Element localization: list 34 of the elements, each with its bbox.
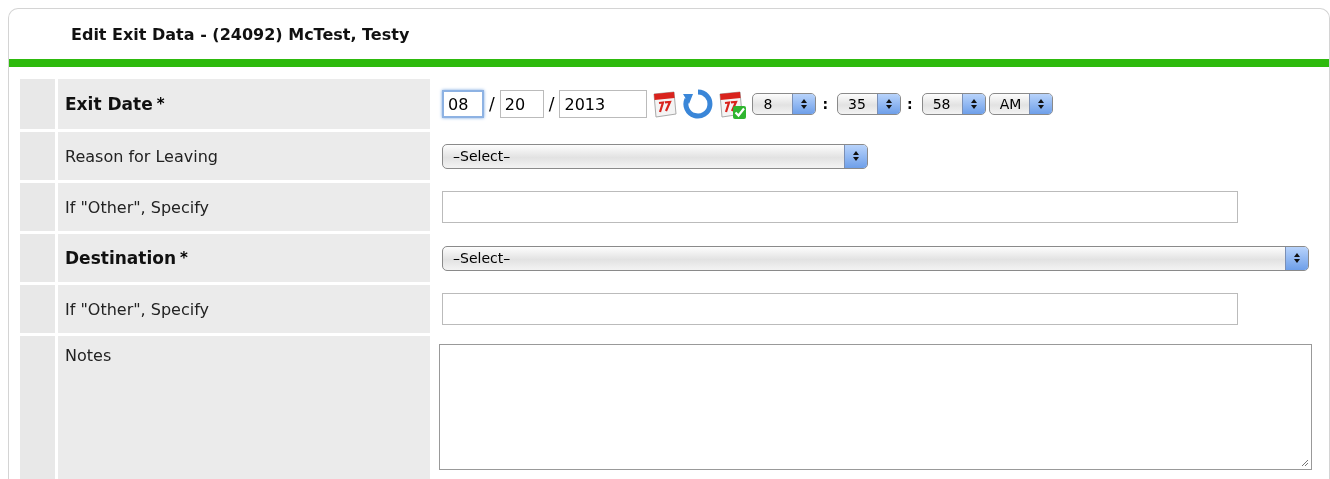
up-down-arrows-icon (852, 150, 860, 162)
calendar-check-icon[interactable] (716, 88, 749, 120)
date-field[interactable]: 2013 (559, 90, 648, 118)
input-field[interactable] (442, 191, 1238, 223)
up-down-arrows-icon (969, 98, 978, 110)
time-select[interactable]: 35 (837, 93, 902, 115)
date-field[interactable]: 08 (442, 90, 484, 118)
up-down-arrows-icon (800, 98, 809, 110)
window-title: Edit Exit Data - (24092) McTest, Testy (71, 24, 410, 44)
field-label: If "Other", Specify (65, 197, 209, 217)
time-separator: : (907, 96, 913, 112)
select-dropdown[interactable]: –Select– (442, 143, 868, 169)
date-field[interactable]: 20 (499, 90, 544, 118)
up-down-arrows-icon (1293, 252, 1301, 264)
required-mark: * (180, 249, 188, 267)
required-mark: * (156, 95, 165, 113)
field-label: Notes (65, 346, 112, 365)
notes-field[interactable] (439, 344, 1312, 470)
field-label: Destination (65, 248, 177, 268)
select-dropdown[interactable]: –Select– (442, 245, 1309, 271)
time-select[interactable]: 8 (752, 93, 817, 115)
input-field[interactable] (442, 293, 1238, 325)
field-label: Exit Date (65, 94, 153, 114)
date-separator: / (489, 94, 495, 114)
up-down-arrows-icon (885, 98, 894, 110)
field-label: If "Other", Specify (65, 299, 209, 319)
time-select[interactable]: AM (988, 93, 1053, 115)
resize-grip-icon[interactable] (1300, 458, 1309, 467)
time-select[interactable]: 58 (921, 93, 986, 115)
up-down-arrows-icon (1036, 98, 1045, 110)
date-separator: / (548, 94, 555, 114)
field-label: Reason for Leaving (65, 146, 218, 166)
time-separator: : (822, 96, 829, 112)
refresh-icon[interactable] (682, 88, 715, 120)
